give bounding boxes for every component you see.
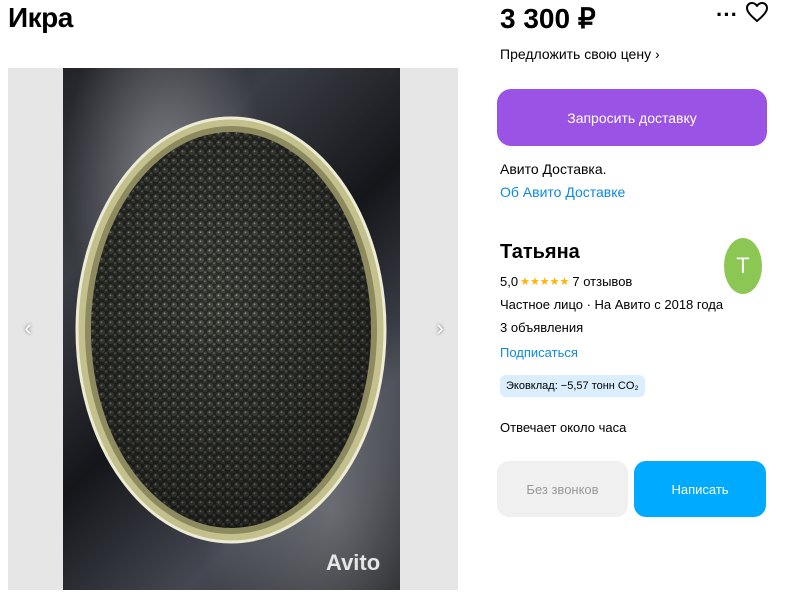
response-time: Отвечает около часа: [500, 420, 627, 435]
heart-icon[interactable]: [745, 0, 769, 24]
rating-value: 5,0: [500, 274, 519, 289]
eco-badge[interactable]: Эковклад: −5,57 тонн CO₂: [500, 375, 645, 397]
offer-price-link[interactable]: Предложить свою цену ›: [500, 46, 660, 62]
about-delivery-link[interactable]: Об Авито Доставке: [500, 184, 625, 200]
avatar[interactable]: Т: [724, 238, 762, 294]
seller-listings-link[interactable]: 3 объявления: [500, 320, 583, 335]
seller-rating: 5,0 ★★★★★ 7 отзывов: [500, 274, 632, 289]
chevron-right-icon[interactable]: ›: [430, 316, 450, 340]
subscribe-link[interactable]: Подписаться: [500, 345, 578, 360]
chevron-left-icon[interactable]: ‹: [18, 316, 38, 340]
request-delivery-button[interactable]: Запросить доставку: [497, 89, 767, 146]
star-icons: ★★★★★: [520, 276, 570, 288]
listing-photo[interactable]: [63, 68, 400, 590]
write-message-button[interactable]: Написать: [634, 461, 766, 517]
listing-price: 3 300 ₽: [500, 3, 596, 34]
listing-title: Икра: [8, 2, 73, 33]
caviar-tin-image: [75, 116, 387, 544]
more-icon[interactable]: ···: [716, 2, 738, 28]
photo-gallery[interactable]: ‹ › Avito: [8, 68, 458, 590]
seller-name[interactable]: Татьяна: [500, 241, 580, 264]
delivery-text: Авито Доставка.: [500, 161, 607, 177]
reviews-link[interactable]: 7 отзывов: [572, 274, 632, 289]
no-calls-button[interactable]: Без звонков: [497, 461, 628, 517]
watermark: Avito: [326, 550, 381, 575]
seller-info: Частное лицо · На Авито с 2018 года: [500, 297, 724, 312]
